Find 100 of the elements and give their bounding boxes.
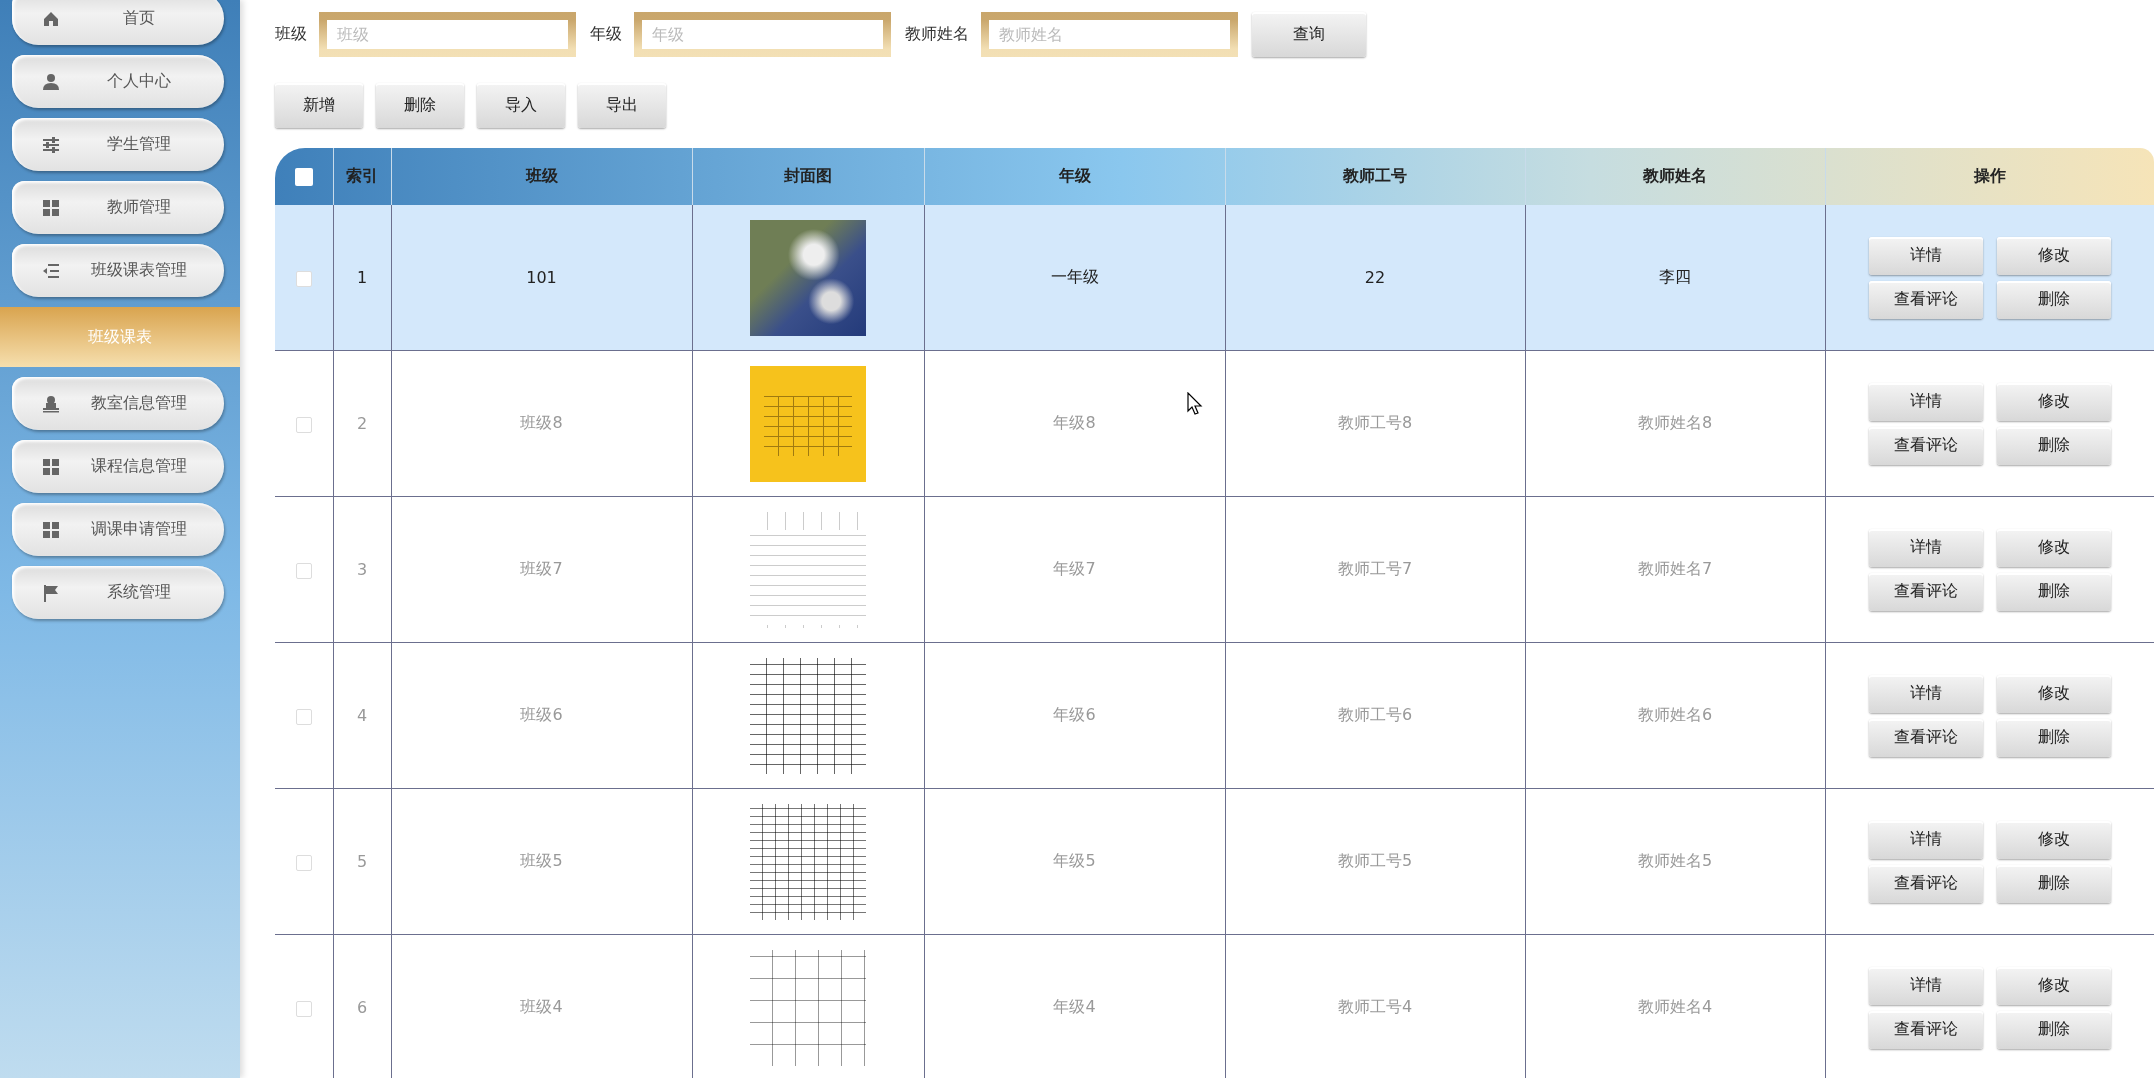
action-button[interactable]: 修改 (1996, 820, 2111, 859)
flag-icon (42, 583, 60, 602)
column-header: 封面图 (692, 148, 924, 205)
action-button[interactable]: 详情 (1868, 966, 1983, 1005)
cursor-icon (1187, 392, 1203, 416)
sidebar-item[interactable]: 个人中心 (12, 55, 224, 108)
action-button[interactable]: 详情 (1868, 528, 1983, 567)
column-header: 教师姓名 (1525, 148, 1825, 205)
teacher-id-cell: 22 (1364, 268, 1386, 287)
action-button[interactable]: 查看评论 (1868, 572, 1983, 611)
sidebar-item[interactable]: 教室信息管理 (12, 377, 224, 430)
row-index: 2 (356, 414, 368, 433)
row-checkbox[interactable] (295, 270, 312, 287)
sidebar-item[interactable]: 调课申请管理 (12, 503, 224, 556)
action-button[interactable]: 详情 (1868, 820, 1983, 859)
action-button[interactable]: 修改 (1996, 382, 2111, 421)
grade-cell: 年级5 (1053, 851, 1096, 870)
filter-label: 教师姓名 (905, 23, 969, 45)
class-cell: 班级5 (520, 851, 563, 870)
table-row[interactable]: 4 班级6 年级6 教师工号6 教师姓名6 详情 修改 查看评论 删除 (275, 642, 2154, 789)
teacher-id-cell: 教师工号4 (1337, 997, 1413, 1016)
home-icon (42, 9, 60, 28)
action-button[interactable]: 修改 (1996, 674, 2111, 713)
action-button[interactable]: 详情 (1868, 382, 1983, 421)
table-row[interactable]: 6 班级4 年级4 教师工号4 教师姓名4 详情 修改 查看评论 删除 (275, 934, 2154, 1078)
class-cell: 班级4 (520, 997, 563, 1016)
table-row[interactable]: 1 101 一年级 22 李四 详情 修改 查看评论 删除 (275, 205, 2154, 351)
action-button[interactable]: 详情 (1868, 674, 1983, 713)
teacher-name-cell: 李四 (1659, 267, 1691, 286)
action-button[interactable]: 查看评论 (1868, 1010, 1983, 1049)
toolbar-button[interactable]: 删除 (376, 83, 464, 128)
filter-input[interactable]: 年级 (634, 11, 891, 57)
column-header: 年级 (924, 148, 1225, 205)
action-button[interactable]: 详情 (1868, 236, 1983, 275)
teacher-id-cell: 教师工号7 (1337, 559, 1413, 578)
row-index: 1 (356, 268, 368, 287)
action-button[interactable]: 查看评论 (1868, 426, 1983, 465)
action-button[interactable]: 删除 (1996, 280, 2111, 319)
sidebar-item[interactable]: 班级课表管理 (12, 244, 224, 297)
grade-cell: 年级7 (1053, 559, 1096, 578)
teacher-name-cell: 教师姓名8 (1637, 413, 1713, 432)
class-cell: 101 (526, 268, 557, 287)
class-cell: 班级6 (520, 705, 563, 724)
toolbar-button[interactable]: 新增 (275, 83, 363, 128)
column-header: 索引 (333, 148, 391, 205)
action-button[interactable]: 删除 (1996, 426, 2111, 465)
filter-label: 年级 (590, 23, 622, 45)
action-button[interactable]: 删除 (1996, 572, 2111, 611)
filter-input[interactable]: 教师姓名 (981, 11, 1238, 57)
row-index: 5 (356, 852, 368, 871)
select-all-checkbox[interactable] (294, 168, 313, 187)
row-index: 3 (356, 560, 368, 579)
search-button[interactable]: 查询 (1252, 11, 1366, 57)
action-button[interactable]: 查看评论 (1868, 280, 1983, 319)
row-index: 4 (356, 706, 368, 725)
list-icon (42, 261, 60, 280)
teacher-id-cell: 教师工号6 (1337, 705, 1413, 724)
user-icon (42, 72, 60, 91)
grid-icon (42, 198, 60, 217)
table-row[interactable]: 3 班级7 年级7 教师工号7 教师姓名7 详情 修改 查看评论 删除 (275, 496, 2154, 643)
column-header: 班级 (391, 148, 692, 205)
row-checkbox[interactable] (295, 1000, 312, 1017)
grade-cell: 年级8 (1053, 413, 1096, 432)
grade-cell: 年级4 (1053, 997, 1096, 1016)
toolbar-button[interactable]: 导入 (477, 83, 565, 128)
row-checkbox[interactable] (295, 854, 312, 871)
filter-label: 班级 (275, 23, 307, 45)
sliders-icon (42, 135, 60, 154)
teacher-name-cell: 教师姓名7 (1637, 559, 1713, 578)
sidebar-item[interactable]: 系统管理 (12, 566, 224, 619)
stamp-icon (42, 394, 60, 413)
teacher-name-cell: 教师姓名4 (1637, 997, 1713, 1016)
action-button[interactable]: 修改 (1996, 236, 2111, 275)
sidebar-item[interactable]: 学生管理 (12, 118, 224, 171)
sidebar-item[interactable]: 课程信息管理 (12, 440, 224, 493)
row-checkbox[interactable] (295, 708, 312, 725)
class-cell: 班级7 (520, 559, 563, 578)
table-row[interactable]: 2 班级8 年级8 教师工号8 教师姓名8 详情 修改 查看评论 删除 (275, 350, 2154, 497)
row-checkbox[interactable] (295, 562, 312, 579)
action-button[interactable]: 修改 (1996, 966, 2111, 1005)
sidebar-item[interactable]: 首页 (12, 0, 224, 45)
action-button[interactable]: 查看评论 (1868, 864, 1983, 903)
grid-icon (42, 520, 60, 539)
teacher-id-cell: 教师工号5 (1337, 851, 1413, 870)
action-button[interactable]: 删除 (1996, 718, 2111, 757)
action-button[interactable]: 删除 (1996, 864, 2111, 903)
action-button[interactable]: 修改 (1996, 528, 2111, 567)
grid-icon (42, 457, 60, 476)
toolbar-button[interactable]: 导出 (578, 83, 666, 128)
action-button[interactable]: 删除 (1996, 1010, 2111, 1049)
grade-cell: 一年级 (1050, 267, 1099, 286)
filter-input[interactable]: 班级 (319, 11, 576, 57)
teacher-name-cell: 教师姓名5 (1637, 851, 1713, 870)
row-checkbox[interactable] (295, 416, 312, 433)
column-header: 教师工号 (1225, 148, 1525, 205)
table-row[interactable]: 5 班级5 年级5 教师工号5 教师姓名5 详情 修改 查看评论 删除 (275, 788, 2154, 935)
sidebar-item[interactable]: 教师管理 (12, 181, 224, 234)
grade-cell: 年级6 (1053, 705, 1096, 724)
action-button[interactable]: 查看评论 (1868, 718, 1983, 757)
column-header: 操作 (1825, 148, 2154, 205)
